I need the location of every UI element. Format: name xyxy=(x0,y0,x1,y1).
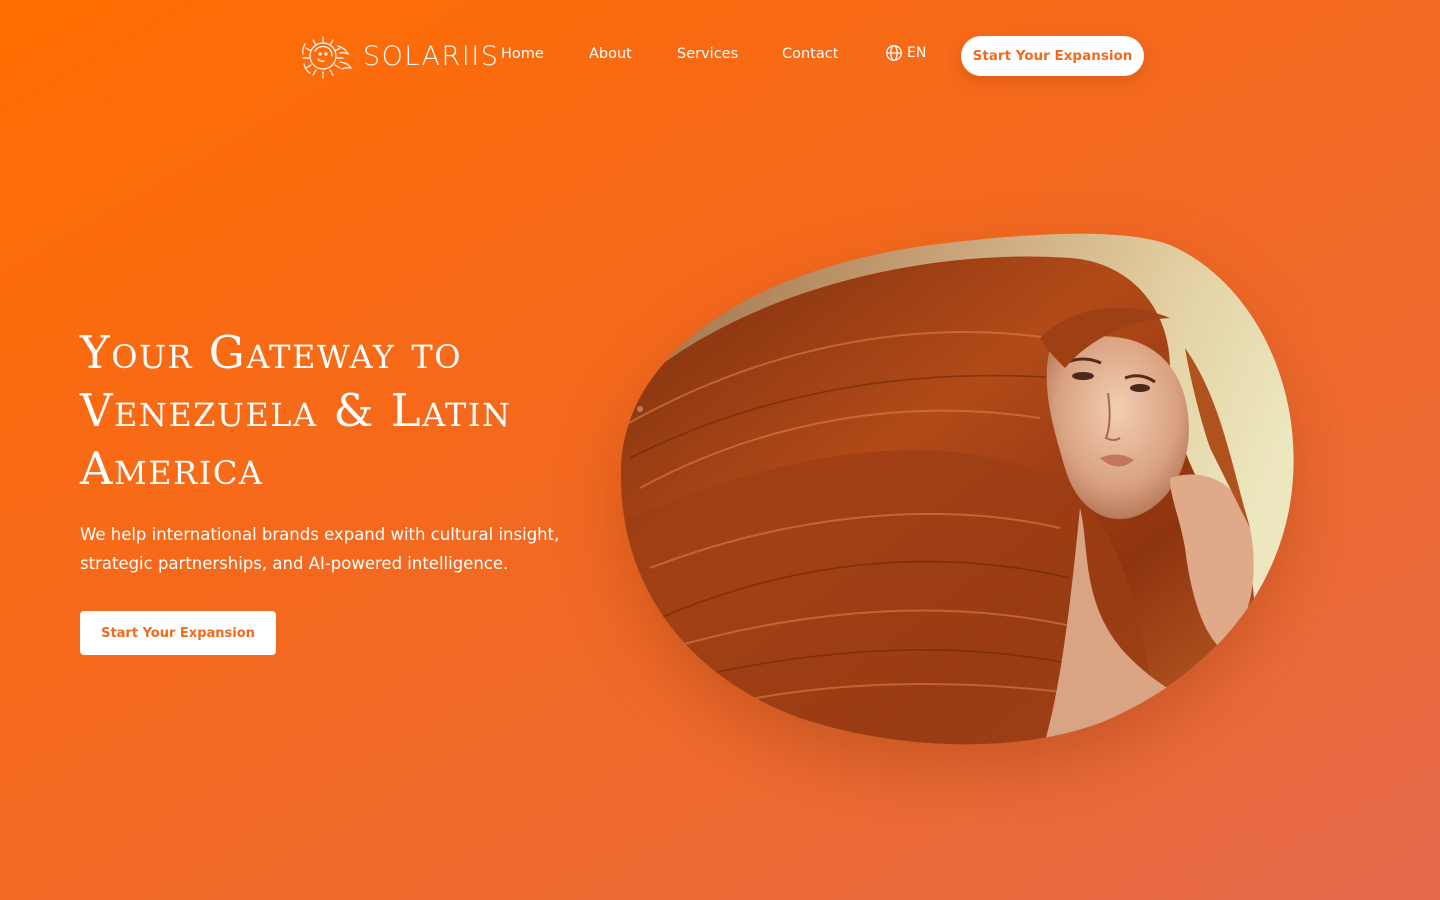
header-start-expansion-button[interactable]: Start Your Expansion xyxy=(961,36,1144,76)
language-selector[interactable]: EN xyxy=(885,44,926,62)
main-nav: Home About Services Contact EN xyxy=(0,40,1440,72)
hero-subtitle: We help international brands expand with… xyxy=(80,525,560,573)
nav-contact[interactable]: Contact xyxy=(782,46,838,62)
site-header: SOLARIIS Home About Services Contact EN … xyxy=(0,0,1440,112)
language-label: EN xyxy=(907,45,927,61)
carousel-indicator-dot[interactable] xyxy=(637,406,643,412)
nav-services[interactable]: Services xyxy=(677,46,738,62)
nav-about[interactable]: About xyxy=(589,46,632,62)
hero-title: Your Gateway to Venezuela & Latin Americ… xyxy=(80,326,512,495)
hero-portrait-image xyxy=(610,228,1310,758)
nav-home[interactable]: Home xyxy=(501,46,544,62)
globe-icon xyxy=(886,45,902,61)
hero-start-expansion-button[interactable]: Start Your Expansion xyxy=(80,611,276,655)
